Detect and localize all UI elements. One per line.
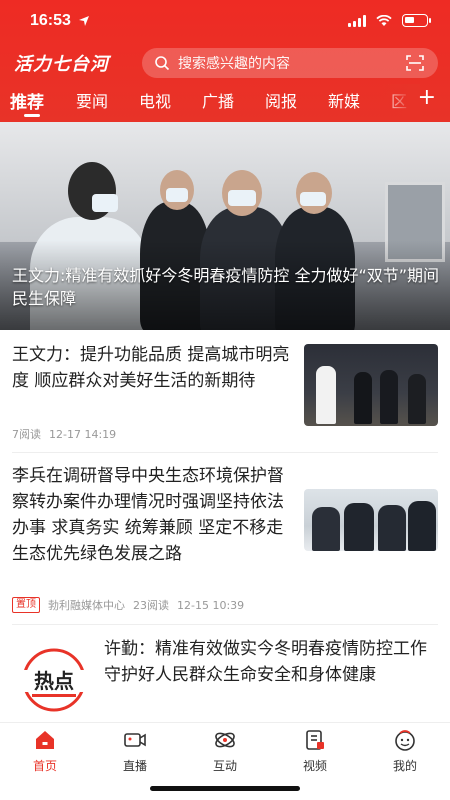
app-logo[interactable]: 活力七台河 bbox=[14, 50, 109, 76]
wifi-icon bbox=[376, 14, 392, 26]
hero-banner[interactable]: 王文力:精准有效抓好今冬明春疫情防控 全力做好“双节”期间民生保障 bbox=[0, 122, 450, 330]
profile-icon bbox=[395, 730, 415, 751]
tab-radio[interactable]: 广播 bbox=[202, 88, 234, 112]
read-count: 7阅读 bbox=[12, 428, 41, 441]
tab-recommend[interactable]: 推荐 bbox=[10, 88, 44, 113]
list-item[interactable]: 李兵在调研督导中央生态环境保护督察转办案件办理情况时强调坚持依法办事 求真务实 … bbox=[0, 453, 450, 621]
svg-text:热点: 热点 bbox=[34, 669, 74, 693]
nav-live[interactable]: 直播 bbox=[100, 729, 170, 774]
article-source: 勃利融媒体中心 bbox=[48, 599, 125, 612]
publish-time: 12-15 10:39 bbox=[177, 598, 245, 612]
status-bar: 16:53 bbox=[0, 0, 450, 44]
read-count: 23阅读 bbox=[133, 599, 169, 612]
interaction-icon bbox=[215, 732, 235, 748]
search-bar[interactable]: 搜索感兴趣的内容 bbox=[142, 48, 438, 78]
list-item[interactable]: 热点 许勤：精准有效做实今冬明春疫情防控工作 守护好人民群众生命安全和身体健康 bbox=[0, 626, 450, 722]
add-channel-icon[interactable]: + bbox=[418, 87, 436, 109]
channel-tabs: 推荐 要闻 电视 广播 阅报 新媒 区 + bbox=[0, 84, 450, 122]
article-title: 王文力：提升功能品质 提高城市明亮度 顺应群众对美好生活的新期待 bbox=[12, 345, 290, 391]
nav-profile[interactable]: 我的 bbox=[370, 729, 440, 774]
live-camera-icon bbox=[124, 733, 146, 747]
location-arrow-icon bbox=[79, 16, 89, 26]
nav-interaction[interactable]: 互动 bbox=[190, 729, 260, 774]
tab-new-media[interactable]: 新媒 bbox=[328, 88, 360, 112]
tab-tv[interactable]: 电视 bbox=[139, 88, 171, 112]
nav-video[interactable]: 视频 bbox=[280, 729, 350, 774]
article-title: 许勤：精准有效做实今冬明春疫情防控工作 守护好人民群众生命安全和身体健康 bbox=[104, 639, 427, 685]
tab-newspaper[interactable]: 阅报 bbox=[265, 88, 297, 112]
home-indicator bbox=[150, 786, 300, 791]
tab-news[interactable]: 要闻 bbox=[76, 88, 108, 112]
article-meta: 7阅读 12-17 14:19 bbox=[12, 426, 116, 442]
article-title: 李兵在调研督导中央生态环境保护督察转办案件办理情况时强调坚持依法办事 求真务实 … bbox=[12, 466, 284, 564]
active-tab-indicator bbox=[24, 114, 40, 117]
video-icon bbox=[306, 730, 324, 750]
status-time: 16:53 bbox=[30, 12, 71, 29]
home-icon bbox=[36, 731, 54, 749]
battery-icon bbox=[402, 14, 431, 27]
status-icons bbox=[348, 14, 431, 27]
article-meta: 置顶 勃利融媒体中心 23阅读 12-15 10:39 bbox=[12, 597, 244, 613]
hot-topic-icon: 热点 bbox=[18, 648, 90, 712]
search-placeholder: 搜索感兴趣的内容 bbox=[178, 56, 290, 72]
app-header: 16:53 活力七台河 搜索感兴趣的内容 推荐 要闻 电视 广播 阅报 新媒 + bbox=[0, 0, 450, 122]
search-icon bbox=[155, 56, 170, 71]
publish-time: 12-17 14:19 bbox=[49, 427, 117, 441]
article-thumbnail bbox=[304, 489, 438, 551]
nav-home[interactable]: 首页 bbox=[10, 729, 80, 774]
hero-caption: 王文力:精准有效抓好今冬明春疫情防控 全力做好“双节”期间民生保障 bbox=[12, 266, 440, 308]
pinned-badge: 置顶 bbox=[12, 597, 40, 613]
signal-icon bbox=[348, 14, 366, 27]
scan-icon[interactable] bbox=[406, 55, 424, 71]
list-item[interactable]: 王文力：提升功能品质 提高城市明亮度 顺应群众对美好生活的新期待 7阅读 12-… bbox=[0, 330, 450, 452]
article-thumbnail bbox=[304, 344, 438, 426]
